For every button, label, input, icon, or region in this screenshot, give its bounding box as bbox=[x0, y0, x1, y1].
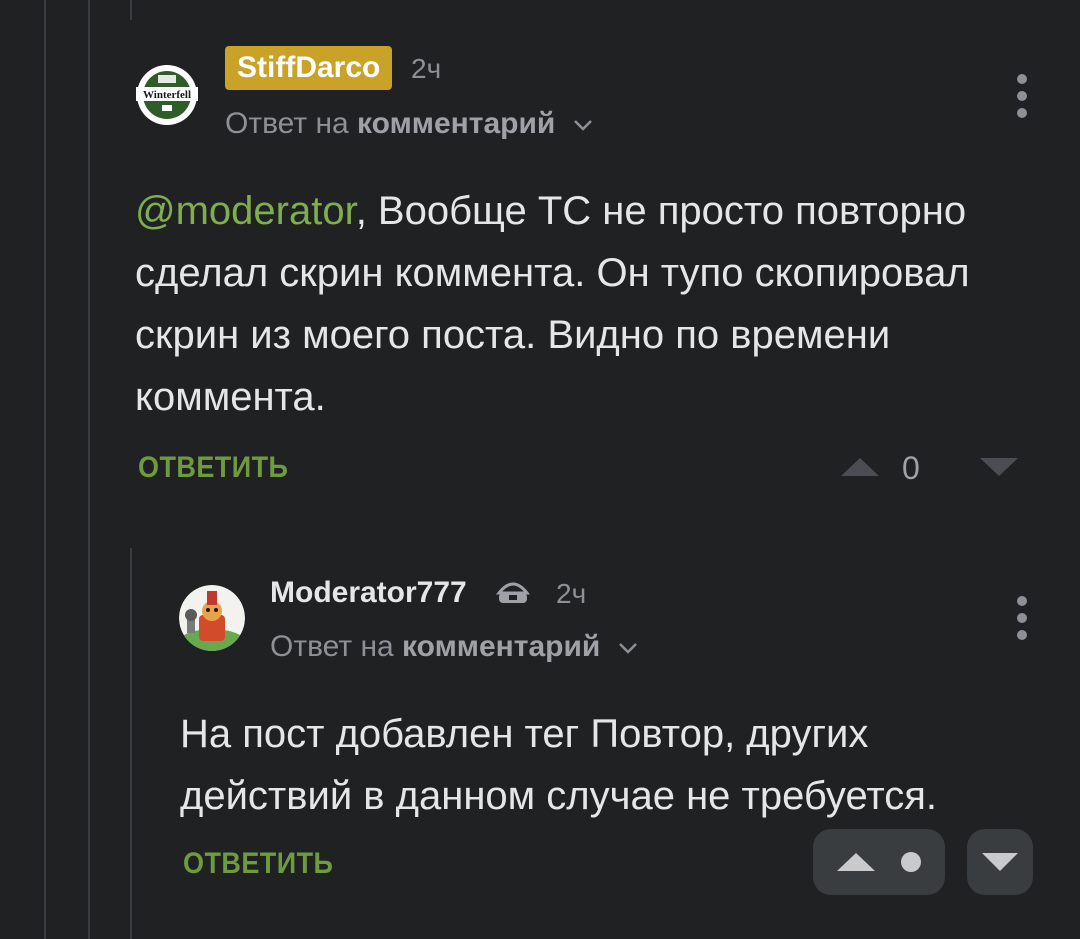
avatar[interactable] bbox=[179, 585, 245, 651]
comment-text: @moderator, Вообще ТС не просто повторно… bbox=[135, 180, 1035, 428]
cartoon-character-avatar-icon bbox=[179, 585, 245, 651]
reply-prefix: Ответ на bbox=[270, 630, 394, 663]
thread-line-4 bbox=[130, 548, 132, 939]
upvote-icon bbox=[837, 853, 875, 871]
username[interactable]: StiffDarco bbox=[225, 46, 393, 90]
reply-button[interactable]: ОТВЕТИТЬ bbox=[183, 844, 333, 884]
reply-to-link[interactable]: Ответ на комментарий bbox=[270, 627, 639, 667]
avatar[interactable]: Winterfell bbox=[134, 62, 200, 128]
more-options-icon[interactable] bbox=[1016, 596, 1028, 642]
moderator-hat-icon bbox=[495, 582, 531, 603]
reply-button[interactable]: ОТВЕТИТЬ bbox=[138, 448, 288, 488]
downvote-icon bbox=[982, 853, 1018, 871]
chevron-down-icon bbox=[618, 643, 637, 654]
reply-prefix: Ответ на bbox=[225, 107, 349, 140]
upvote-icon[interactable] bbox=[839, 456, 881, 478]
mention-link[interactable]: @moderator bbox=[135, 189, 356, 233]
thread-line-3 bbox=[130, 0, 132, 20]
upvote-pill[interactable] bbox=[813, 829, 945, 895]
reply-to-link[interactable]: Ответ на комментарий bbox=[225, 104, 594, 144]
thread-line-2 bbox=[88, 0, 90, 939]
comment-time: 2ч bbox=[411, 53, 442, 84]
winterfell-beer-logo-icon: Winterfell bbox=[134, 62, 200, 128]
rating-dot-icon bbox=[901, 852, 921, 872]
downvote-pill[interactable] bbox=[967, 829, 1033, 895]
downvote-icon[interactable] bbox=[978, 456, 1020, 478]
comment-time: 2ч bbox=[556, 578, 587, 609]
more-options-icon[interactable] bbox=[1016, 74, 1028, 120]
reply-target: комментарий bbox=[357, 107, 556, 140]
username[interactable]: Moderator777 bbox=[270, 573, 467, 613]
comment-text: На пост добавлен тег Повтор, других дейс… bbox=[180, 712, 938, 818]
avatar-logo-text: Winterfell bbox=[143, 89, 191, 101]
rating-value: 0 bbox=[902, 450, 920, 486]
reply-target: комментарий bbox=[402, 630, 601, 663]
chevron-down-icon bbox=[573, 120, 592, 131]
thread-line-1 bbox=[44, 0, 46, 939]
